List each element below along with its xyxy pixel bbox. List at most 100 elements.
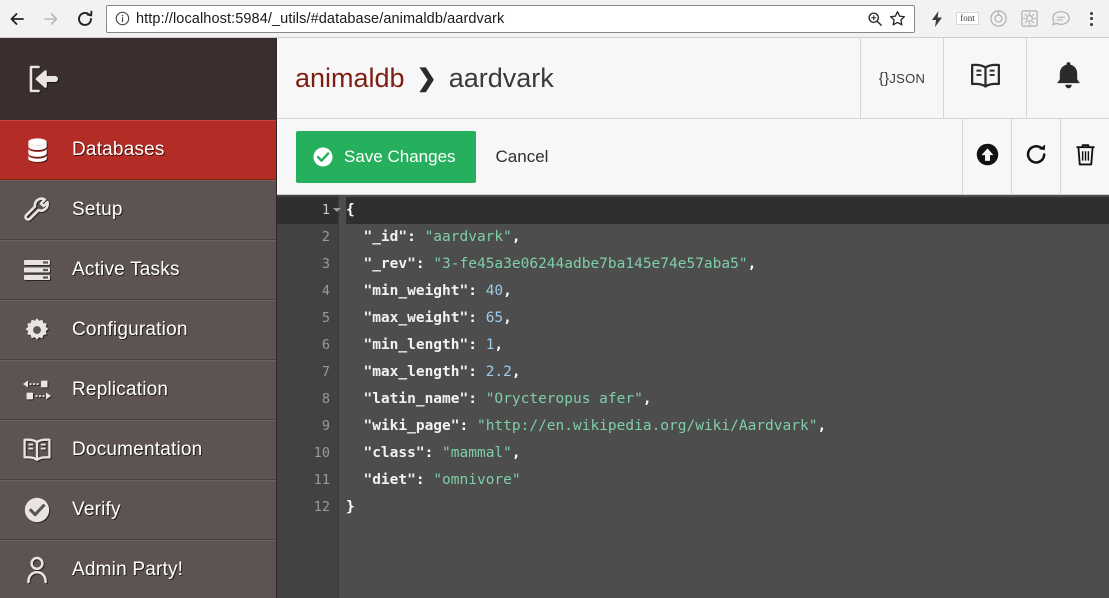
check-circle-icon [312,146,334,168]
code-line[interactable]: "max_length": 2.2, [346,359,1109,386]
sidebar-item-setup[interactable]: Setup [0,180,276,240]
line-number: 6 [277,332,338,359]
token-pun: : [468,391,485,407]
token-pun: : [416,256,433,272]
tasks-list-icon [20,258,54,282]
token-key: "max_length" [346,364,468,380]
code-line[interactable]: "_rev": "3-fe45a3e06244adbe7ba145e74e57a… [346,251,1109,278]
breadcrumb-database[interactable]: animaldb [295,63,405,94]
token-pun: , [512,229,521,245]
refresh-button[interactable] [1011,119,1060,194]
document-action-bar: Save Changes Cancel [277,119,1109,195]
code-line[interactable]: "class": "mammal", [346,440,1109,467]
font-extension-icon[interactable]: font [952,0,983,38]
app-root: http://localhost:5984/_utils/#database/a… [0,0,1109,598]
code-line[interactable]: } [346,494,1109,521]
token-key: "latin_name" [346,391,468,407]
sidebar-item-admin-party[interactable]: Admin Party! [0,540,276,598]
token-pun: : [460,418,477,434]
sidebar-item-label: Databases [72,139,165,161]
sidebar-item-configuration[interactable]: Configuration [0,300,276,360]
token-key: "class" [346,445,425,461]
speech-bubble-icon[interactable] [1045,0,1076,38]
code-line[interactable]: "max_weight": 65, [346,305,1109,332]
token-str: "omnivore" [433,472,520,488]
line-number: 1 [277,197,338,224]
code-area[interactable]: { "_id": "aardvark", "_rev": "3-fe45a3e0… [339,195,1109,598]
sidebar-header[interactable] [0,38,276,120]
token-pun: : [416,472,433,488]
upload-attachment-button[interactable] [962,119,1011,194]
token-pun: , [512,445,521,461]
lightning-bolt-icon[interactable] [921,0,952,38]
line-number: 9 [277,413,338,440]
open-book-icon [969,62,1002,95]
database-icon [20,136,54,164]
json-editor[interactable]: 123456789101112 { "_id": "aardvark", "_r… [277,195,1109,598]
sidebar-item-active-tasks[interactable]: Active Tasks [0,240,276,300]
docs-button[interactable] [943,38,1026,118]
token-key: "_rev" [346,256,416,272]
line-number: 4 [277,278,338,305]
notifications-button[interactable] [1026,38,1109,118]
line-number: 7 [277,359,338,386]
sidebar-item-verify[interactable]: Verify [0,480,276,540]
token-pun: , [503,283,512,299]
code-line[interactable]: "min_weight": 40, [346,278,1109,305]
browser-toolbar: http://localhost:5984/_utils/#database/a… [0,0,1109,38]
font-extension-label: font [956,12,979,25]
sidebar-item-documentation[interactable]: Documentation [0,420,276,480]
upload-circle-icon [975,142,1000,172]
sidebar: Databases Setup [0,38,277,598]
target-circle-icon[interactable] [983,0,1014,38]
zoom-search-icon[interactable] [864,8,886,30]
reload-button[interactable] [68,2,102,36]
code-line[interactable]: "_id": "aardvark", [346,224,1109,251]
code-line[interactable]: "latin_name": "Orycteropus afer", [346,386,1109,413]
token-pun: , [748,256,757,272]
page-header: animaldb ❯ aardvark {}JSON [277,38,1109,119]
delete-document-button[interactable] [1060,119,1109,194]
wrench-icon [20,196,54,224]
three-dot-menu-icon[interactable] [1076,0,1107,38]
sidebar-item-databases[interactable]: Databases [0,120,276,180]
token-str: "aardvark" [425,229,512,245]
check-circle-icon [20,496,54,524]
code-line[interactable]: { [346,197,1109,224]
save-button[interactable]: Save Changes [296,131,476,183]
json-view-button[interactable]: {}JSON [860,38,943,118]
sign-out-arrow-icon[interactable] [22,64,64,94]
line-number-gutter: 123456789101112 [277,195,339,598]
forward-button[interactable] [34,2,68,36]
cancel-button[interactable]: Cancel [482,147,563,167]
url-text: http://localhost:5984/_utils/#database/a… [131,11,864,27]
token-pun: : [468,310,485,326]
url-bar[interactable]: http://localhost:5984/_utils/#database/a… [106,5,915,33]
code-line[interactable]: "wiki_page": "http://en.wikipedia.org/wi… [346,413,1109,440]
line-number: 3 [277,251,338,278]
token-str: "3-fe45a3e06244adbe7ba145e74e57aba5" [433,256,747,272]
breadcrumb-document: aardvark [449,63,554,94]
user-icon [20,556,54,584]
json-badge-text: JSON [889,71,925,86]
gear-square-icon[interactable] [1014,0,1045,38]
main-content: animaldb ❯ aardvark {}JSON [277,38,1109,598]
fold-triangle-icon[interactable] [333,208,341,212]
code-line[interactable]: "min_length": 1, [346,332,1109,359]
token-pun: : [407,229,424,245]
line-number: 10 [277,440,338,467]
breadcrumb: animaldb ❯ aardvark [277,38,860,118]
extension-icons: font [921,0,1109,38]
sidebar-item-label: Active Tasks [72,259,180,281]
token-pun: { [346,202,355,218]
code-line[interactable]: "diet": "omnivore" [346,467,1109,494]
sidebar-item-label: Configuration [72,319,188,341]
token-key: "_id" [346,229,407,245]
back-button[interactable] [0,2,34,36]
star-icon[interactable] [886,8,908,30]
token-key: "wiki_page" [346,418,460,434]
sidebar-item-replication[interactable]: Replication [0,360,276,420]
line-number: 5 [277,305,338,332]
token-num: 65 [486,310,503,326]
token-str: "mammal" [442,445,512,461]
